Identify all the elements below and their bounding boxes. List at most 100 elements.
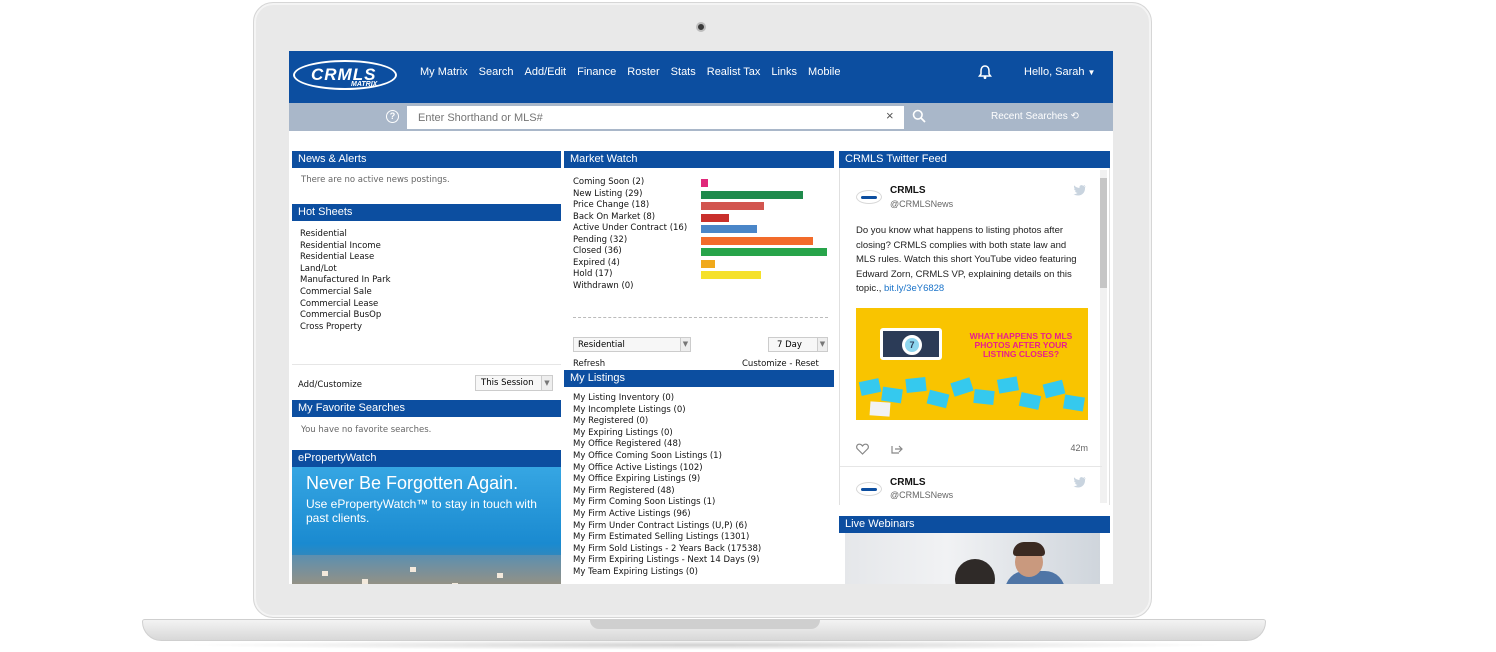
tweet-link[interactable]: bit.ly/3eY6828 bbox=[884, 283, 944, 294]
refresh-link[interactable]: Refresh bbox=[573, 359, 605, 369]
nav-link-realist-tax[interactable]: Realist Tax bbox=[707, 66, 761, 78]
history-icon: ⟲ bbox=[1070, 111, 1079, 122]
tweet-actions: 42m bbox=[856, 442, 1088, 456]
clear-icon[interactable]: × bbox=[886, 108, 894, 123]
listing-link[interactable]: My Office Active Listings (102) bbox=[573, 463, 834, 475]
tweet-author-handle[interactable]: @CRMLSNews bbox=[890, 490, 953, 500]
chevron-down-icon: ▼ bbox=[541, 376, 552, 390]
my-listings-list: My Listing Inventory (0) My Incomplete L… bbox=[564, 387, 834, 579]
hot-sheets-header: Hot Sheets bbox=[292, 204, 561, 221]
top-nav: CRMLS MATRIX My Matrix Search Add/Edit F… bbox=[289, 51, 1113, 103]
share-icon[interactable] bbox=[890, 443, 903, 455]
market-row-label[interactable]: Price Change (18) bbox=[573, 200, 649, 210]
property-type-select[interactable]: Residential ▼ bbox=[573, 337, 691, 352]
listing-link[interactable]: My Listing Inventory (0) bbox=[573, 393, 834, 405]
listing-link[interactable]: My Firm Expiring Listings - Next 14 Days… bbox=[573, 555, 834, 567]
tweet-image-caption: WHAT HAPPENS TO MLS PHOTOS AFTER YOUR LI… bbox=[969, 331, 1073, 359]
tweet-author-handle[interactable]: @CRMLSNews bbox=[890, 199, 953, 209]
market-row-label[interactable]: Hold (17) bbox=[573, 269, 613, 279]
listing-link[interactable]: My Registered (0) bbox=[573, 416, 834, 428]
laptop-notch bbox=[590, 620, 820, 629]
twitter-bird-icon[interactable] bbox=[1073, 476, 1087, 488]
crmls-avatar[interactable] bbox=[856, 482, 882, 496]
market-bar-new-listing bbox=[701, 190, 803, 199]
tweet-author-name[interactable]: CRMLS bbox=[890, 185, 926, 196]
nav-link-stats[interactable]: Stats bbox=[671, 66, 696, 78]
webinar-photo[interactable] bbox=[845, 533, 1100, 584]
photo-shape bbox=[926, 389, 950, 409]
add-customize-link[interactable]: Add/Customize bbox=[298, 380, 362, 390]
session-select-value: This Session bbox=[481, 378, 534, 388]
chevron-down-icon: ▼ bbox=[1087, 68, 1096, 77]
listing-link[interactable]: My Office Expiring Listings (9) bbox=[573, 474, 834, 486]
twitter-feed-panel: CRMLS @CRMLSNews Do you know what happen… bbox=[839, 168, 1110, 505]
hot-sheet-item[interactable]: Commercial Lease bbox=[300, 299, 561, 311]
nav-links: My Matrix Search Add/Edit Finance Roster… bbox=[420, 66, 840, 78]
chevron-down-icon: ▼ bbox=[817, 338, 827, 351]
heart-icon[interactable] bbox=[856, 443, 869, 455]
customize-reset-link[interactable]: Customize - Reset bbox=[742, 359, 819, 369]
session-select[interactable]: This Session ▼ bbox=[475, 375, 553, 391]
search-input[interactable] bbox=[407, 106, 904, 129]
photo-shape bbox=[1063, 394, 1085, 412]
nav-link-add-edit[interactable]: Add/Edit bbox=[525, 66, 567, 78]
scrollbar-thumb[interactable] bbox=[1100, 178, 1107, 288]
listing-link[interactable]: My Firm Estimated Selling Listings (1301… bbox=[573, 532, 834, 544]
market-row-label[interactable]: New Listing (29) bbox=[573, 189, 642, 199]
nav-link-roster[interactable]: Roster bbox=[627, 66, 659, 78]
crmls-logo[interactable]: CRMLS MATRIX bbox=[293, 60, 397, 90]
nav-link-finance[interactable]: Finance bbox=[577, 66, 616, 78]
photo-shape bbox=[1042, 379, 1066, 399]
market-row-label[interactable]: Expired (4) bbox=[573, 258, 620, 268]
hot-sheet-item[interactable]: Cross Property bbox=[300, 322, 561, 334]
user-greeting: Hello, Sarah bbox=[1024, 66, 1085, 78]
live-webinars-header: Live Webinars bbox=[839, 516, 1110, 533]
listing-link[interactable]: My Incomplete Listings (0) bbox=[573, 405, 834, 417]
tweet-image[interactable]: 7 WHAT HAPPENS TO MLS PHOTOS AFTER YOUR … bbox=[856, 308, 1088, 420]
help-icon[interactable]: ? bbox=[386, 110, 399, 123]
listing-link[interactable]: My Firm Active Listings (96) bbox=[573, 509, 834, 521]
twitter-bird-icon[interactable] bbox=[1073, 184, 1087, 196]
nav-link-my-matrix[interactable]: My Matrix bbox=[420, 66, 468, 78]
listing-link[interactable]: My Expiring Listings (0) bbox=[573, 428, 834, 440]
bell-icon[interactable] bbox=[977, 64, 993, 80]
nav-link-mobile[interactable]: Mobile bbox=[808, 66, 840, 78]
nav-link-links[interactable]: Links bbox=[771, 66, 797, 78]
user-menu[interactable]: Hello, Sarah ▼ bbox=[1024, 66, 1095, 78]
listing-link[interactable]: My Office Registered (48) bbox=[573, 439, 834, 451]
market-row-label[interactable]: Pending (32) bbox=[573, 235, 627, 245]
house-shape bbox=[322, 571, 328, 576]
epropertywatch-banner[interactable]: Never Be Forgotten Again. Use ePropertyW… bbox=[292, 467, 561, 584]
market-row-label[interactable]: Withdrawn (0) bbox=[573, 281, 633, 291]
photo-shape bbox=[905, 376, 927, 394]
nav-link-search[interactable]: Search bbox=[479, 66, 514, 78]
crmls-avatar[interactable] bbox=[856, 190, 882, 204]
market-row-label[interactable]: Active Under Contract (16) bbox=[573, 223, 687, 233]
listing-link[interactable]: My Team Expiring Listings (0) bbox=[573, 567, 834, 579]
market-row-label[interactable]: Closed (36) bbox=[573, 246, 622, 256]
hot-sheet-item[interactable]: Manufactured In Park bbox=[300, 275, 561, 287]
hot-sheet-item[interactable]: Land/Lot bbox=[300, 264, 561, 276]
chevron-down-icon: ▼ bbox=[680, 338, 690, 351]
listing-link[interactable]: My Firm Coming Soon Listings (1) bbox=[573, 497, 834, 509]
hot-sheet-item[interactable]: Residential bbox=[300, 229, 561, 241]
listing-link[interactable]: My Firm Registered (48) bbox=[573, 486, 834, 498]
period-select[interactable]: 7 Day ▼ bbox=[768, 337, 828, 352]
period-value: 7 Day bbox=[777, 340, 802, 350]
recent-searches-link[interactable]: Recent Searches ⟲ bbox=[991, 111, 1079, 122]
listing-link[interactable]: My Firm Sold Listings - 2 Years Back (17… bbox=[573, 544, 834, 556]
logo-subtext: MATRIX bbox=[351, 81, 378, 88]
hot-sheet-item[interactable]: Commercial Sale bbox=[300, 287, 561, 299]
hot-sheet-item[interactable]: Residential Income bbox=[300, 241, 561, 253]
hot-sheet-item[interactable]: Residential Lease bbox=[300, 252, 561, 264]
tweet-author-name[interactable]: CRMLS bbox=[890, 477, 926, 488]
market-row-label[interactable]: Coming Soon (2) bbox=[573, 177, 644, 187]
listing-link[interactable]: My Firm Under Contract Listings (U,P) (6… bbox=[573, 521, 834, 533]
photo-shape bbox=[973, 388, 995, 406]
photo-shape bbox=[858, 378, 882, 396]
market-row-label[interactable]: Back On Market (8) bbox=[573, 212, 655, 222]
search-icon[interactable] bbox=[912, 109, 926, 123]
listing-link[interactable]: My Office Coming Soon Listings (1) bbox=[573, 451, 834, 463]
hot-sheet-item[interactable]: Commercial BusOp bbox=[300, 310, 561, 322]
right-column: CRMLS Twitter Feed CRMLS @CRMLSNews Do y… bbox=[839, 151, 1110, 584]
